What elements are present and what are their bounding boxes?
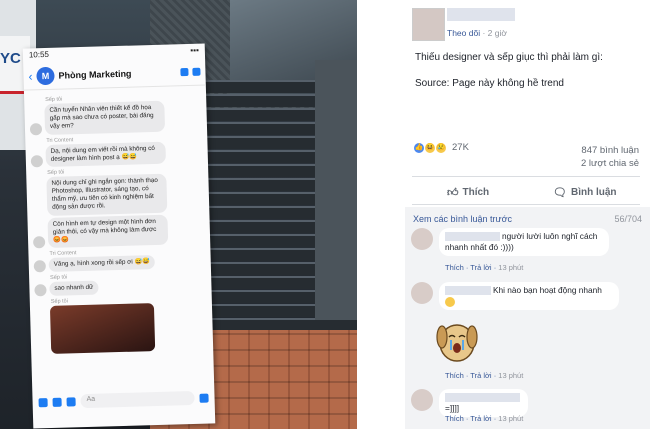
commenter-name-redacted[interactable] <box>445 232 500 242</box>
view-previous-comments[interactable]: Xem các bình luận trước <box>413 214 512 224</box>
comment-actions: Thích · Trả lời · 13 phút <box>445 371 524 380</box>
comment-pagination: 56/704 <box>614 214 642 224</box>
comment-reply-link[interactable]: Trả lời <box>470 371 491 380</box>
comment-like-link[interactable]: Thích <box>445 414 464 423</box>
comment-bubble: người lười luôn nghĩ cách nhanh nhất đó … <box>439 228 609 256</box>
phone-standee: 10:55 ▪▪▪ ‹ M Phòng Marketing Sếp tôi Cầ… <box>22 43 216 429</box>
message-bubble: sao nhanh dữ <box>49 280 99 297</box>
commenter-avatar[interactable] <box>411 389 433 411</box>
message-bubble: Dạ, nội dung em viết rồi mà không có des… <box>45 141 166 167</box>
author-avatar[interactable] <box>412 8 445 41</box>
group-avatar: M <box>36 66 55 85</box>
comment-like-link[interactable]: Thích <box>445 263 464 272</box>
camera-icon[interactable] <box>38 397 48 407</box>
comment-time[interactable]: 13 phút <box>498 371 523 380</box>
message-bubble: Cần tuyển Nhân viên thiết kế đồ họa gấp … <box>44 100 166 135</box>
comment-time[interactable]: 13 phút <box>498 263 523 272</box>
reaction-count: 27K <box>452 142 469 153</box>
comment-text: Khi nào bạn hoạt động nhanh <box>493 285 602 295</box>
comment-reply-link[interactable]: Trả lời <box>470 263 491 272</box>
comment-actions: Thích · Trả lời · 13 phút <box>445 414 524 423</box>
post-source: Source: Page này không hề trend <box>415 78 564 89</box>
comment-reply-link[interactable]: Trả lời <box>470 414 491 423</box>
post-text: Thiếu designer và sếp giục thì phải làm … <box>415 52 603 63</box>
comment-bubble: =]]]] <box>439 389 528 417</box>
back-icon[interactable]: ‹ <box>28 69 32 83</box>
author-name-redacted[interactable] <box>447 8 515 21</box>
comment-actions: Thích · Trả lời · 13 phút <box>445 263 524 272</box>
sticker-dog-crying-icon[interactable] <box>435 317 479 365</box>
commenter-name-redacted[interactable] <box>445 286 491 296</box>
status-time: 10:55 <box>28 49 50 60</box>
message-bubble: Nội dung chỉ ghi ngắn gọn: thành thạo Ph… <box>46 173 168 216</box>
commenter-avatar[interactable] <box>411 228 433 250</box>
commenter-name-redacted[interactable] <box>445 393 520 403</box>
share-count[interactable]: 2 lượt chia sẻ <box>581 158 639 169</box>
chat-input-bar: Aa <box>32 387 214 412</box>
chat-thread: Sếp tôi Cần tuyển Nhân viên thiết kế đồ … <box>24 86 213 355</box>
message-input[interactable]: Aa <box>80 390 195 409</box>
comments-section: Xem các bình luận trước 56/704 người lườ… <box>405 207 650 429</box>
avatar <box>33 260 46 273</box>
image-icon[interactable] <box>52 397 62 407</box>
comment-button[interactable]: 🗨︎ Bình luận <box>553 186 617 199</box>
pillar <box>315 60 357 320</box>
post-meta: Theo dõi · 2 giờ <box>447 28 507 38</box>
avatar <box>32 236 46 249</box>
mic-icon[interactable] <box>66 396 76 407</box>
follow-link[interactable]: Theo dõi <box>447 28 480 38</box>
message-bubble: Vâng ạ, hình xong rồi sếp ơi 😅😅 <box>48 255 156 273</box>
photo: YC 10:55 ▪▪▪ ‹ M Phòng Marketing Sếp tôi… <box>0 0 357 429</box>
post-time[interactable]: 2 giờ <box>488 28 507 38</box>
comment-count[interactable]: 847 bình luận <box>581 145 639 156</box>
video-icon[interactable] <box>192 67 201 76</box>
avatar <box>34 284 47 297</box>
comment-text: =]]]] <box>445 402 460 413</box>
facebook-post: Theo dõi · 2 giờ Thiếu designer và sếp g… <box>357 0 650 429</box>
reactions-summary[interactable]: 👍 😆 😢 27K <box>414 142 469 153</box>
commenter-avatar[interactable] <box>411 282 433 304</box>
store-sign-text: YC <box>0 50 21 67</box>
message-bubble: Còn hình em tự design một hình đơn giản … <box>47 214 169 249</box>
image-attachment[interactable] <box>49 303 156 355</box>
screenshot-root: YC 10:55 ▪▪▪ ‹ M Phòng Marketing Sếp tôi… <box>0 0 650 429</box>
avatar <box>29 122 43 135</box>
smile-emoji-icon <box>445 296 455 307</box>
emoji-icon[interactable] <box>199 393 209 403</box>
comment-icon: 🗨︎ <box>553 187 567 199</box>
sad-reaction-icon: 😢 <box>436 142 446 153</box>
comment-like-link[interactable]: Thích <box>445 371 464 380</box>
like-reaction-icon: 👍 <box>414 142 424 153</box>
avatar <box>30 154 44 168</box>
comment-time[interactable]: 13 phút <box>498 414 523 423</box>
chat-title: Phòng Marketing <box>58 68 132 81</box>
call-icon[interactable] <box>180 67 189 76</box>
like-icon: 👍︎ <box>447 187 459 199</box>
like-button[interactable]: 👍︎ Thích <box>447 186 489 199</box>
comment-bubble: Khi nào bạn hoạt động nhanh <box>439 282 619 310</box>
haha-reaction-icon: 😆 <box>425 142 435 153</box>
